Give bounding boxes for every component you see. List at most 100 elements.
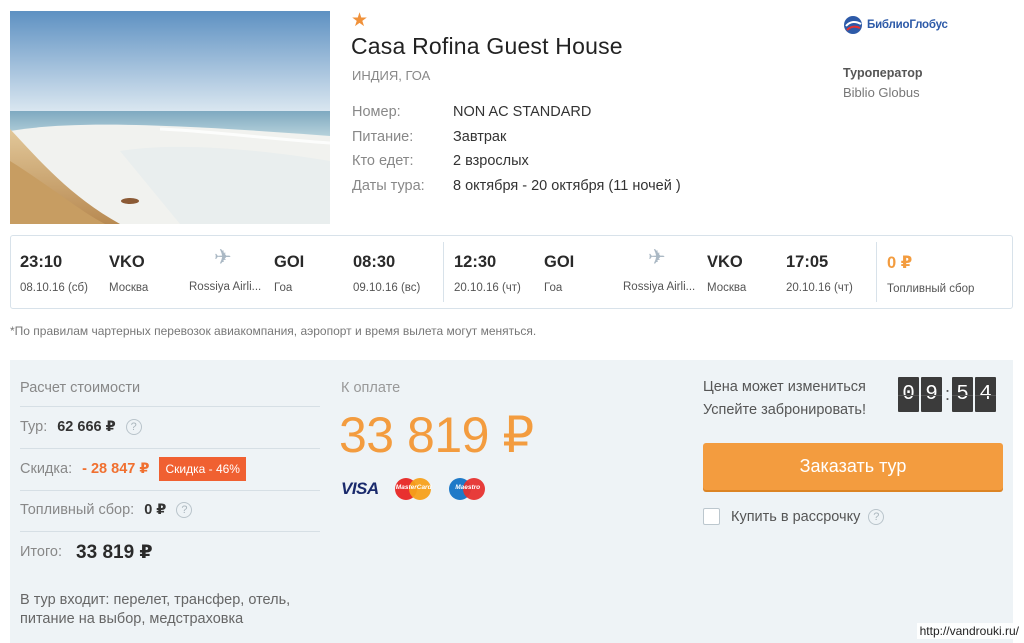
tour-includes: В тур входит: перелет, трансфер, отель, … [20,592,291,627]
hotel-photo[interactable] [10,11,330,224]
beach-illustration [10,11,330,224]
fuel-label: Топливный сбор [887,283,975,295]
help-icon[interactable]: ? [125,419,142,435]
fuel-value: 0 ₽ [144,502,167,518]
return-airline: ✈ Rossiya Airli... [623,246,696,293]
return-arrival-airport: VKO Москва [707,253,746,294]
airport-code: GOI [544,253,575,271]
book-tour-button[interactable]: Заказать тур [703,443,1003,490]
fuel-surcharge: 0 ₽ Топливный сбор [887,253,974,295]
outbound-arrival-airport: GOI Гоа [274,253,304,294]
return-departure-time: 12:30 20.10.16 (чт) [454,253,521,294]
tour-details: Номер: NON AC STANDARD Питание: Завтрак … [352,100,681,198]
detail-row-room: Номер: NON AC STANDARD [352,100,681,125]
date-value: 09.10.16 (вс) [353,282,421,294]
tour-label: Тур: [20,419,48,435]
watermark: http://vandrouki.ru/ [916,623,1022,639]
star-icon: ★ [351,10,369,31]
time-value: 17:05 [786,253,829,271]
date-value: 20.10.16 (чт) [454,282,521,294]
detail-label: Даты тура: [352,177,425,194]
installment-option[interactable]: Купить в рассрочку ? [703,508,885,525]
segment-divider [443,242,444,302]
countdown-timer: 0 9 : 5 4 [898,377,998,412]
city-name: Москва [707,282,747,294]
return-arrival-time: 17:05 20.10.16 (чт) [786,253,853,294]
airline-name: Rossiya Airli... [189,281,262,293]
globe-logo-icon [844,16,862,34]
discount-badge: Скидка - 46% [159,457,246,481]
price-change-notice: Цена может измениться Успейте заброниров… [703,376,866,422]
visa-logo: VISA [341,479,379,498]
date-value: 08.10.16 (сб) [20,282,88,294]
airline-name: Rossiya Airli... [623,281,696,293]
outbound-departure-time: 23:10 08.10.16 (сб) [20,253,88,294]
calc-title: Расчет стоимости [20,380,141,396]
detail-row-travelers: Кто едет: 2 взрослых [352,149,681,174]
airplane-icon: ✈ [648,246,666,269]
discount-row: Скидка: - 28 847 ₽ Скидка - 46% [20,456,246,482]
fuel-price: 0 ₽ [887,254,913,272]
city-name: Гоа [544,282,563,294]
time-value: 08:30 [353,253,396,271]
tour-value: 62 666 ₽ [57,419,116,435]
total-label: Итого: [20,544,63,560]
time-value: 12:30 [454,253,497,271]
hotel-location: ИНДИЯ, ГОА [352,68,431,83]
fuel-row: Топливный сбор: 0 ₽ ? [20,500,193,520]
divider [20,406,320,407]
detail-value: 2 взрослых [453,153,529,170]
outbound-arrival-time: 08:30 09.10.16 (вс) [353,253,420,294]
outbound-departure-airport: VKO Москва [109,253,148,294]
total-row: Итого: 33 819 ₽ [20,540,153,564]
return-departure-airport: GOI Гоа [544,253,574,294]
maestro-logo: Maestro [448,478,487,500]
detail-row-meal: Питание: Завтрак [352,125,681,150]
discount-label: Скидка: [20,461,73,477]
hurry-text: Успейте забронировать! [703,402,866,418]
detail-label: Номер: [352,104,401,121]
help-icon[interactable]: ? [868,508,885,525]
maestro-text: Maestro [455,484,481,491]
pay-title: К оплате [341,380,401,396]
price-panel: Расчет стоимости Тур: 62 666 ₽ ? Скидка:… [10,360,1013,643]
segment-divider [876,242,877,302]
airport-code: GOI [274,253,305,271]
outbound-airline: ✈ Rossiya Airli... [189,246,262,293]
pay-amount: 33 819 ₽ [339,407,534,463]
detail-value: Завтрак [453,128,507,145]
timer-colon: : [945,384,951,404]
timer-digit: 0 [898,377,919,412]
fuel-label: Топливный сбор: [20,502,135,518]
city-name: Москва [109,282,149,294]
mastercard-logo: MasterCard [394,478,433,500]
charter-note: *По правилам чартерных перевозок авиаком… [10,324,537,338]
detail-value: 8 октября - 20 октября (11 ночей ) [453,177,681,194]
date-value: 20.10.16 (чт) [786,282,853,294]
operator-logo-text: БиблиоГлобус [867,19,948,31]
timer-digit: 4 [975,377,997,412]
timer-digit: 9 [921,377,942,412]
divider [20,531,320,532]
airport-code: VKO [707,253,743,271]
divider [20,490,320,491]
installment-label[interactable]: Купить в рассрочку [731,509,860,525]
detail-row-dates: Даты тура: 8 октября - 20 октября (11 но… [352,174,681,199]
payment-cards: VISA MasterCard Maestro [341,478,487,500]
city-name: Гоа [274,282,293,294]
tour-price-row: Тур: 62 666 ₽ ? [20,417,142,437]
timer-digit: 5 [952,377,974,412]
total-value: 33 819 ₽ [76,541,153,563]
divider [20,448,320,449]
detail-label: Питание: [352,128,414,145]
time-value: 23:10 [20,253,63,271]
airport-code: VKO [109,253,145,271]
flights-bar: 23:10 08.10.16 (сб) VKO Москва ✈ Rossiya… [10,235,1013,309]
hotel-name[interactable]: Casa Rofina Guest House [351,33,623,60]
airplane-icon: ✈ [214,246,232,269]
mastercard-text: MasterCard [395,484,432,491]
price-change-text: Цена может измениться [703,379,866,395]
installment-checkbox[interactable] [703,508,720,525]
help-icon[interactable]: ? [176,502,193,518]
detail-label: Кто едет: [352,153,414,170]
